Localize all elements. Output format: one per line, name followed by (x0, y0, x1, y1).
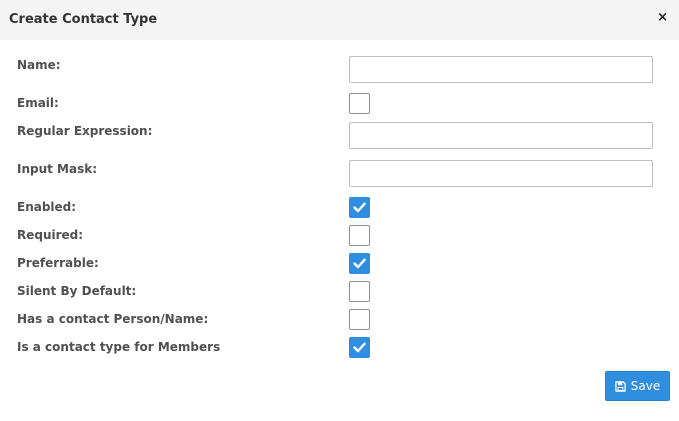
checkmark-icon (353, 342, 366, 353)
save-button[interactable]: Save (605, 371, 670, 401)
member-contact-type-checkbox[interactable] (349, 337, 370, 358)
save-button-label: Save (630, 379, 661, 393)
input-mask-label: Input Mask: (17, 162, 98, 176)
dialog-title: Create Contact Type (9, 12, 158, 27)
silent-by-default-checkbox[interactable] (349, 281, 370, 302)
required-checkbox[interactable] (349, 225, 370, 246)
email-label: Email: (17, 96, 59, 110)
name-label: Name: (17, 58, 61, 72)
silent-by-default-label: Silent By Default: (17, 284, 137, 298)
floppy-disk-icon (615, 380, 626, 392)
name-input[interactable] (349, 56, 653, 83)
close-icon[interactable]: × (657, 10, 668, 26)
regular-expression-input[interactable] (349, 122, 653, 149)
enabled-label: Enabled: (17, 200, 77, 214)
email-checkbox[interactable] (349, 93, 370, 114)
checkmark-icon (353, 258, 366, 269)
member-contact-type-label: Is a contact type for Members (17, 340, 221, 354)
dialog-header: Create Contact Type × (0, 0, 679, 40)
preferrable-checkbox[interactable] (349, 253, 370, 274)
regular-expression-label: Regular Expression: (17, 124, 153, 138)
preferrable-label: Preferrable: (17, 256, 99, 270)
has-contact-person-label: Has a contact Person/Name: (17, 312, 209, 326)
has-contact-person-checkbox[interactable] (349, 309, 370, 330)
required-label: Required: (17, 228, 84, 242)
enabled-checkbox[interactable] (349, 197, 370, 218)
checkmark-icon (353, 202, 366, 213)
input-mask-input[interactable] (349, 160, 653, 187)
